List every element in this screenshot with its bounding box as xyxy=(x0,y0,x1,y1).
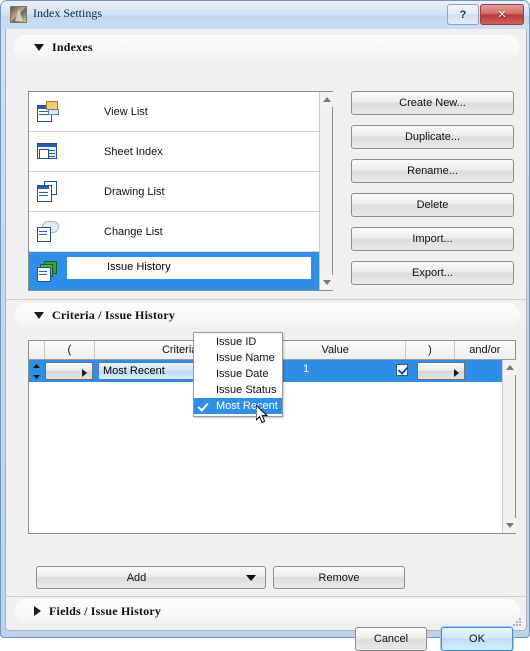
list-item-label: Sheet Index xyxy=(104,145,163,158)
list-item[interactable]: View List xyxy=(29,92,332,132)
criteria-combobox-value: Most Recent xyxy=(103,365,165,377)
index-list-scrollbar[interactable] xyxy=(319,92,333,290)
close-paren-dropdown-button[interactable] xyxy=(417,362,465,380)
chevron-down-icon xyxy=(245,574,256,581)
list-item[interactable]: Drawing List xyxy=(29,172,332,212)
scroll-down-arrow-icon[interactable] xyxy=(320,275,333,290)
scroll-up-arrow-icon[interactable] xyxy=(503,360,516,375)
checkmark-icon xyxy=(197,400,209,412)
duplicate-button[interactable]: Duplicate... xyxy=(351,125,514,149)
value-cell-text: 1 xyxy=(303,363,310,375)
menu-item-issue-name[interactable]: Issue Name xyxy=(194,350,282,366)
column-header-open-paren[interactable]: ( xyxy=(45,341,96,359)
resize-grip[interactable] xyxy=(511,616,523,628)
column-header-close-paren[interactable]: ) xyxy=(406,341,455,359)
create-new-button[interactable]: Create New... xyxy=(351,91,514,115)
divider xyxy=(6,596,526,597)
index-list[interactable]: View List Sheet Index Drawing List Chang… xyxy=(28,91,333,291)
list-item-label: Drawing List xyxy=(104,185,165,198)
rename-button[interactable]: Rename... xyxy=(351,159,514,183)
rename-edit-field[interactable] xyxy=(65,255,313,281)
triangle-down-icon xyxy=(34,43,44,51)
mouse-cursor-icon xyxy=(255,403,270,425)
section-title-criteria: Criteria / Issue History xyxy=(52,307,176,322)
list-item-label: Issue History xyxy=(107,261,171,273)
cancel-button[interactable]: Cancel xyxy=(355,627,427,651)
index-settings-dialog: Index Settings ? ✕ Indexes View List She… xyxy=(0,0,530,651)
section-header-indexes[interactable]: Indexes xyxy=(14,35,520,59)
section-header-criteria[interactable]: Criteria / Issue History xyxy=(14,303,520,327)
import-button[interactable]: Import... xyxy=(351,227,514,251)
add-dropdown-button[interactable] xyxy=(236,566,266,589)
section-title-indexes: Indexes xyxy=(52,39,93,54)
open-paren-dropdown-button[interactable] xyxy=(45,362,93,380)
list-item-label: Change List xyxy=(104,225,163,238)
menu-item-issue-date[interactable]: Issue Date xyxy=(194,366,282,382)
section-header-fields[interactable]: Fields / Issue History xyxy=(14,599,520,623)
remove-button[interactable]: Remove xyxy=(273,566,405,589)
triangle-right-icon xyxy=(34,606,41,616)
row-reorder-handle[interactable] xyxy=(31,364,42,379)
list-item[interactable]: Change List xyxy=(29,212,332,252)
column-header-value[interactable]: Value xyxy=(265,341,407,359)
drawing-list-icon xyxy=(37,181,59,202)
ok-button[interactable]: OK xyxy=(441,627,513,651)
column-header-spacer xyxy=(29,341,45,359)
section-title-fields: Fields / Issue History xyxy=(49,603,162,618)
issue-history-icon xyxy=(37,261,59,282)
change-list-icon xyxy=(37,221,59,242)
title-bar[interactable]: Index Settings ? ✕ xyxy=(1,1,529,29)
help-button[interactable]: ? xyxy=(447,4,479,25)
menu-item-issue-status[interactable]: Issue Status xyxy=(194,382,282,398)
list-item[interactable]: Issue History xyxy=(29,252,332,290)
scroll-down-arrow-icon[interactable] xyxy=(503,518,516,533)
delete-button[interactable]: Delete xyxy=(351,193,514,217)
column-header-andor[interactable]: and/or xyxy=(455,341,515,359)
sheet-index-icon xyxy=(37,141,59,161)
divider xyxy=(6,299,526,300)
dialog-client-area: Indexes View List Sheet Index Drawing Li… xyxy=(5,29,527,651)
criteria-grid-scrollbar[interactable] xyxy=(502,360,516,533)
list-item-label: View List xyxy=(104,105,148,118)
value-checkbox[interactable] xyxy=(396,364,408,376)
scroll-up-arrow-icon[interactable] xyxy=(320,92,333,107)
add-button[interactable]: Add xyxy=(36,566,236,589)
list-item[interactable]: Sheet Index xyxy=(29,132,332,172)
view-list-icon xyxy=(37,101,59,122)
export-button[interactable]: Export... xyxy=(351,261,514,285)
close-button[interactable]: ✕ xyxy=(480,4,524,25)
window-title: Index Settings xyxy=(33,6,102,20)
menu-item-issue-id[interactable]: Issue ID xyxy=(194,334,282,350)
autocad-app-icon xyxy=(10,6,27,23)
triangle-down-icon xyxy=(34,311,44,319)
